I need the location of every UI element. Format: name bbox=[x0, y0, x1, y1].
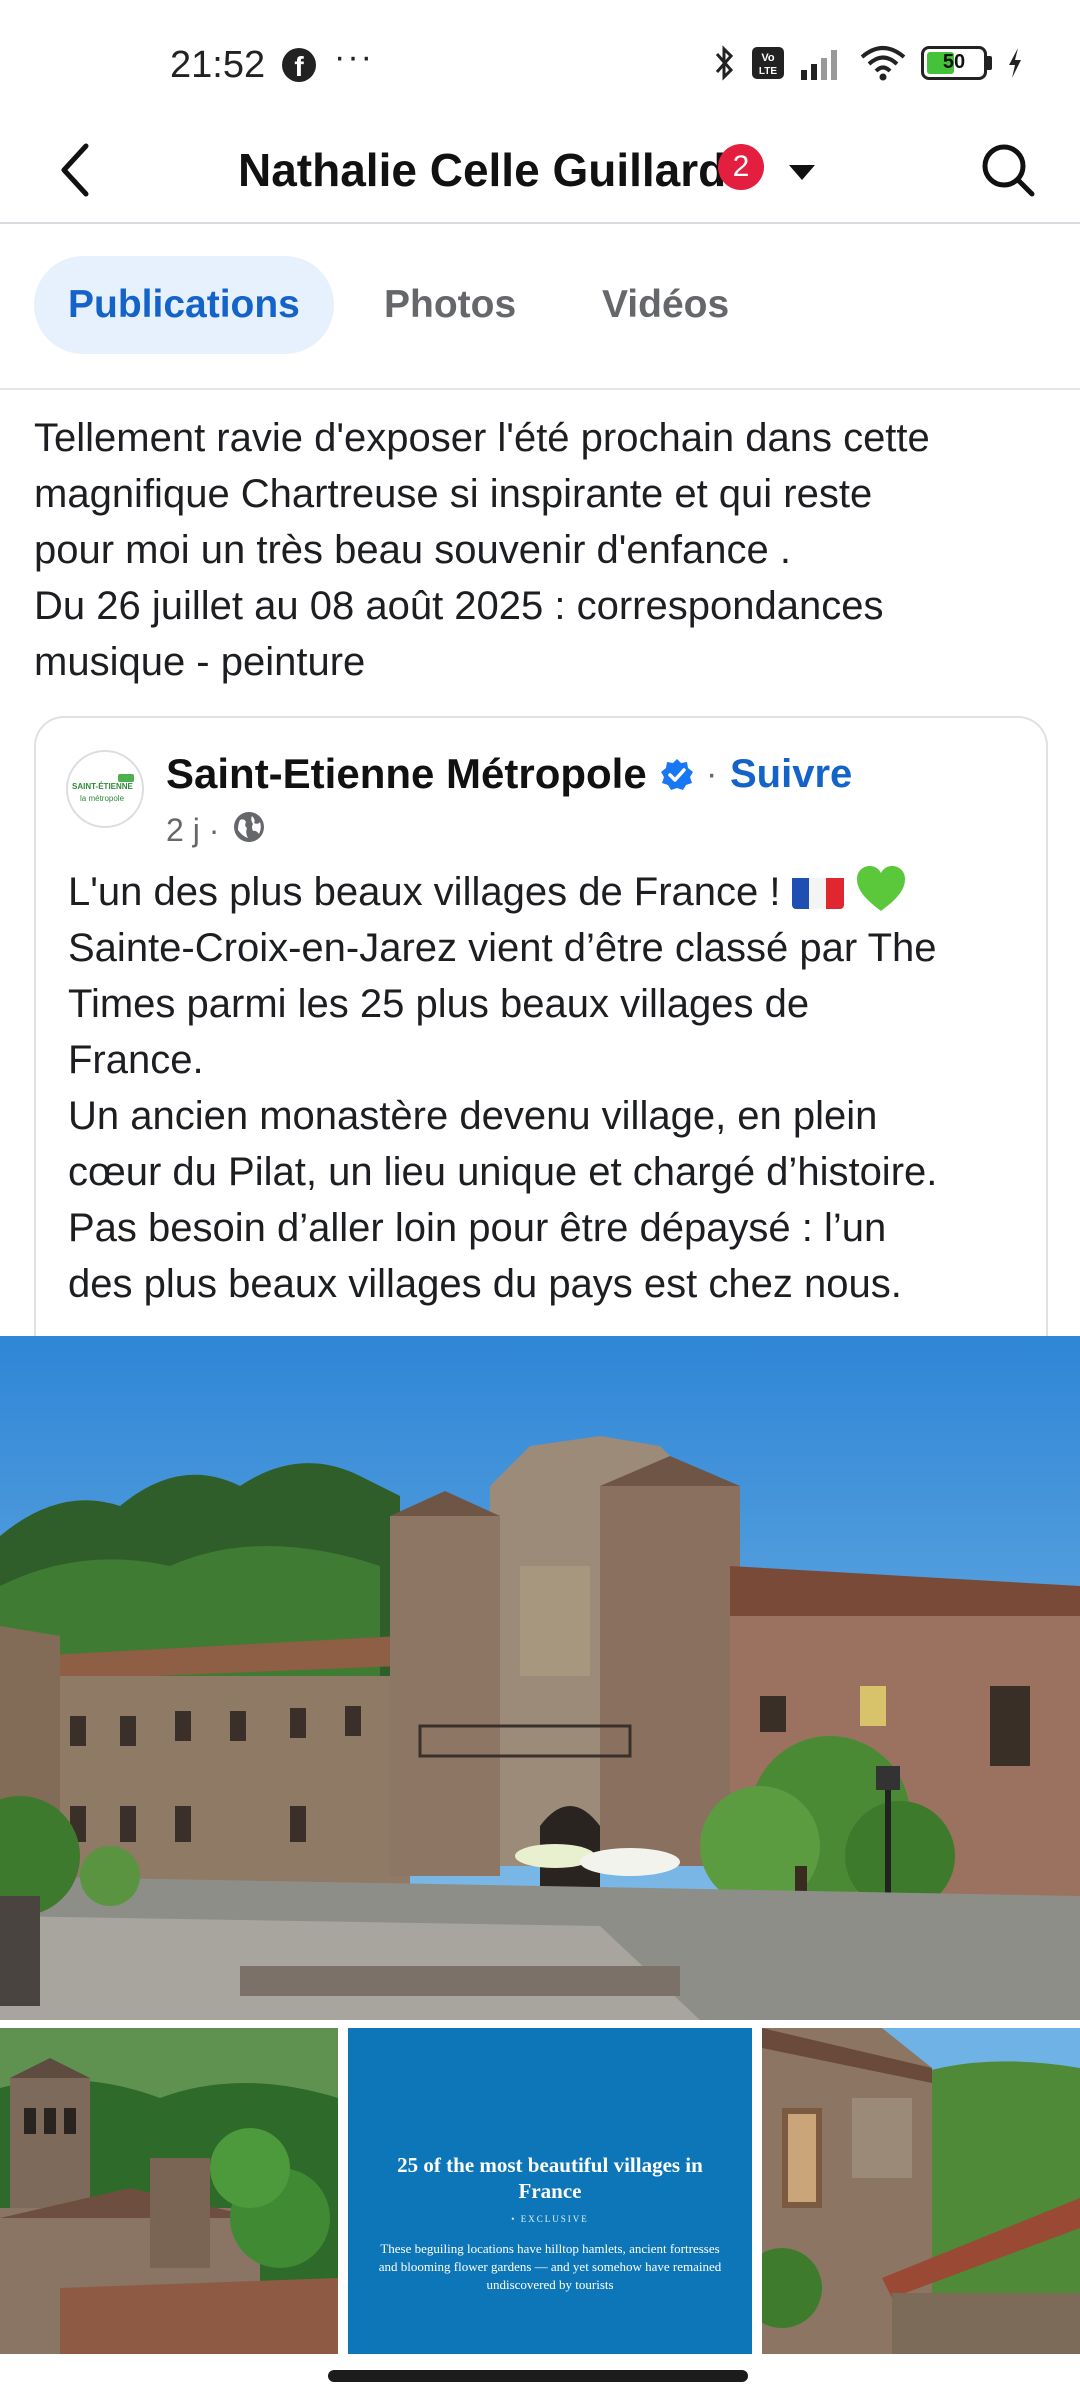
shared-post-card[interactable]: SAINT-ÉTIENNE la métropole Saint-Etienne… bbox=[34, 716, 1048, 1356]
shared-text-line: L'un des plus beaux villages de France ! bbox=[68, 870, 781, 914]
post-text-line: Du 26 juillet au 08 août 2025 : correspo… bbox=[34, 584, 884, 628]
post-text: Tellement ravie d'exposer l'été prochain… bbox=[34, 410, 1054, 690]
post-text-line: Tellement ravie d'exposer l'été prochain… bbox=[34, 416, 930, 460]
post-timestamp[interactable]: 2 j · bbox=[166, 808, 219, 852]
post-text-line: musique - peinture bbox=[34, 640, 366, 684]
avatar[interactable]: SAINT-ÉTIENNE la métropole bbox=[66, 750, 144, 828]
notification-badge: 2 bbox=[718, 144, 764, 190]
verified-badge-icon bbox=[661, 759, 693, 790]
svg-text:Vo: Vo bbox=[761, 52, 775, 64]
shared-text-line: cœur du Pilat, un lieu unique et chargé … bbox=[68, 1150, 938, 1194]
photo-thumbnail[interactable] bbox=[0, 2028, 338, 2354]
profile-switcher-button[interactable] bbox=[784, 154, 820, 190]
follow-button[interactable]: Suivre bbox=[730, 744, 852, 804]
tab-publications[interactable]: Publications bbox=[34, 256, 334, 354]
chevron-down-icon bbox=[789, 165, 815, 180]
search-button[interactable] bbox=[972, 134, 1044, 206]
post-text-line: pour moi un très beau souvenir d'enfance… bbox=[34, 528, 791, 572]
volte-icon: Vo LTE bbox=[752, 47, 784, 79]
green-heart-icon bbox=[856, 866, 905, 911]
tab-photos[interactable]: Photos bbox=[350, 256, 550, 354]
avatar-logo-text: SAINT-ÉTIENNE bbox=[72, 782, 133, 791]
article-thumbnail[interactable]: 25 of the most beautiful villages in Fra… bbox=[348, 2028, 752, 2354]
profile-header: Nathalie Celle Guillard 2 bbox=[0, 118, 1080, 224]
status-time: 21:52 bbox=[170, 44, 266, 86]
article-subtitle: These beguiling locations have hilltop h… bbox=[378, 2241, 722, 2292]
battery-level: 50 bbox=[942, 51, 966, 73]
article-kicker: • EXCLUSIVE bbox=[511, 2214, 589, 2224]
post-text-line: magnifique Chartreuse si inspirante et q… bbox=[34, 472, 873, 516]
avatar-logo-subtext: la métropole bbox=[80, 794, 125, 803]
signal-icon bbox=[801, 50, 837, 80]
france-flag-icon bbox=[791, 873, 844, 909]
stone-house-photo bbox=[762, 2028, 1080, 2354]
shared-text-line: France. bbox=[68, 1038, 204, 1082]
facebook-icon: f bbox=[282, 48, 316, 82]
village-tower-photo bbox=[0, 2028, 338, 2354]
shared-page-name[interactable]: Saint-Etienne Métropole bbox=[166, 744, 647, 804]
photo-thumbnail[interactable] bbox=[762, 2028, 1080, 2354]
shared-text-first-line: L'un des plus beaux villages de France ! bbox=[68, 864, 1038, 920]
status-bar: 21:52 f ··· Vo LTE 50 bbox=[0, 0, 1080, 130]
shared-text-line: des plus beaux villages du pays est chez… bbox=[68, 1262, 902, 1306]
shared-text-line: Pas besoin d’aller loin pour être dépays… bbox=[68, 1206, 887, 1250]
shared-text-line: Times parmi les 25 plus beaux villages d… bbox=[68, 982, 810, 1026]
back-button[interactable] bbox=[40, 134, 112, 206]
more-notifications-icon: ··· bbox=[334, 38, 374, 76]
profile-tabs: Publications Photos Vidéos bbox=[0, 226, 1080, 390]
back-arrow-icon bbox=[61, 143, 89, 197]
home-indicator[interactable] bbox=[328, 2370, 748, 2382]
article-title: 25 of the most beautiful villages in Fra… bbox=[397, 2153, 703, 2203]
svg-text:LTE: LTE bbox=[759, 66, 777, 77]
charging-icon bbox=[1009, 48, 1021, 78]
shared-text-line: Sainte-Croix-en-Jarez vient d’être class… bbox=[68, 926, 937, 970]
status-icons: Vo LTE 50 bbox=[713, 44, 1024, 82]
shared-post-text: L'un des plus beaux villages de France !… bbox=[68, 864, 1038, 1312]
wifi-icon bbox=[860, 46, 906, 81]
search-icon bbox=[982, 144, 1035, 197]
tab-videos[interactable]: Vidéos bbox=[568, 256, 763, 354]
battery-icon: 50 bbox=[921, 46, 987, 80]
village-photo bbox=[0, 1336, 1080, 2020]
shared-text-line: Un ancien monastère devenu village, en p… bbox=[68, 1094, 878, 1138]
page-title[interactable]: Nathalie Celle Guillard bbox=[238, 138, 726, 202]
main-photo[interactable] bbox=[0, 1336, 1080, 2020]
globe-icon bbox=[234, 812, 264, 842]
bluetooth-icon bbox=[715, 45, 734, 81]
separator-dot: · bbox=[706, 755, 718, 793]
